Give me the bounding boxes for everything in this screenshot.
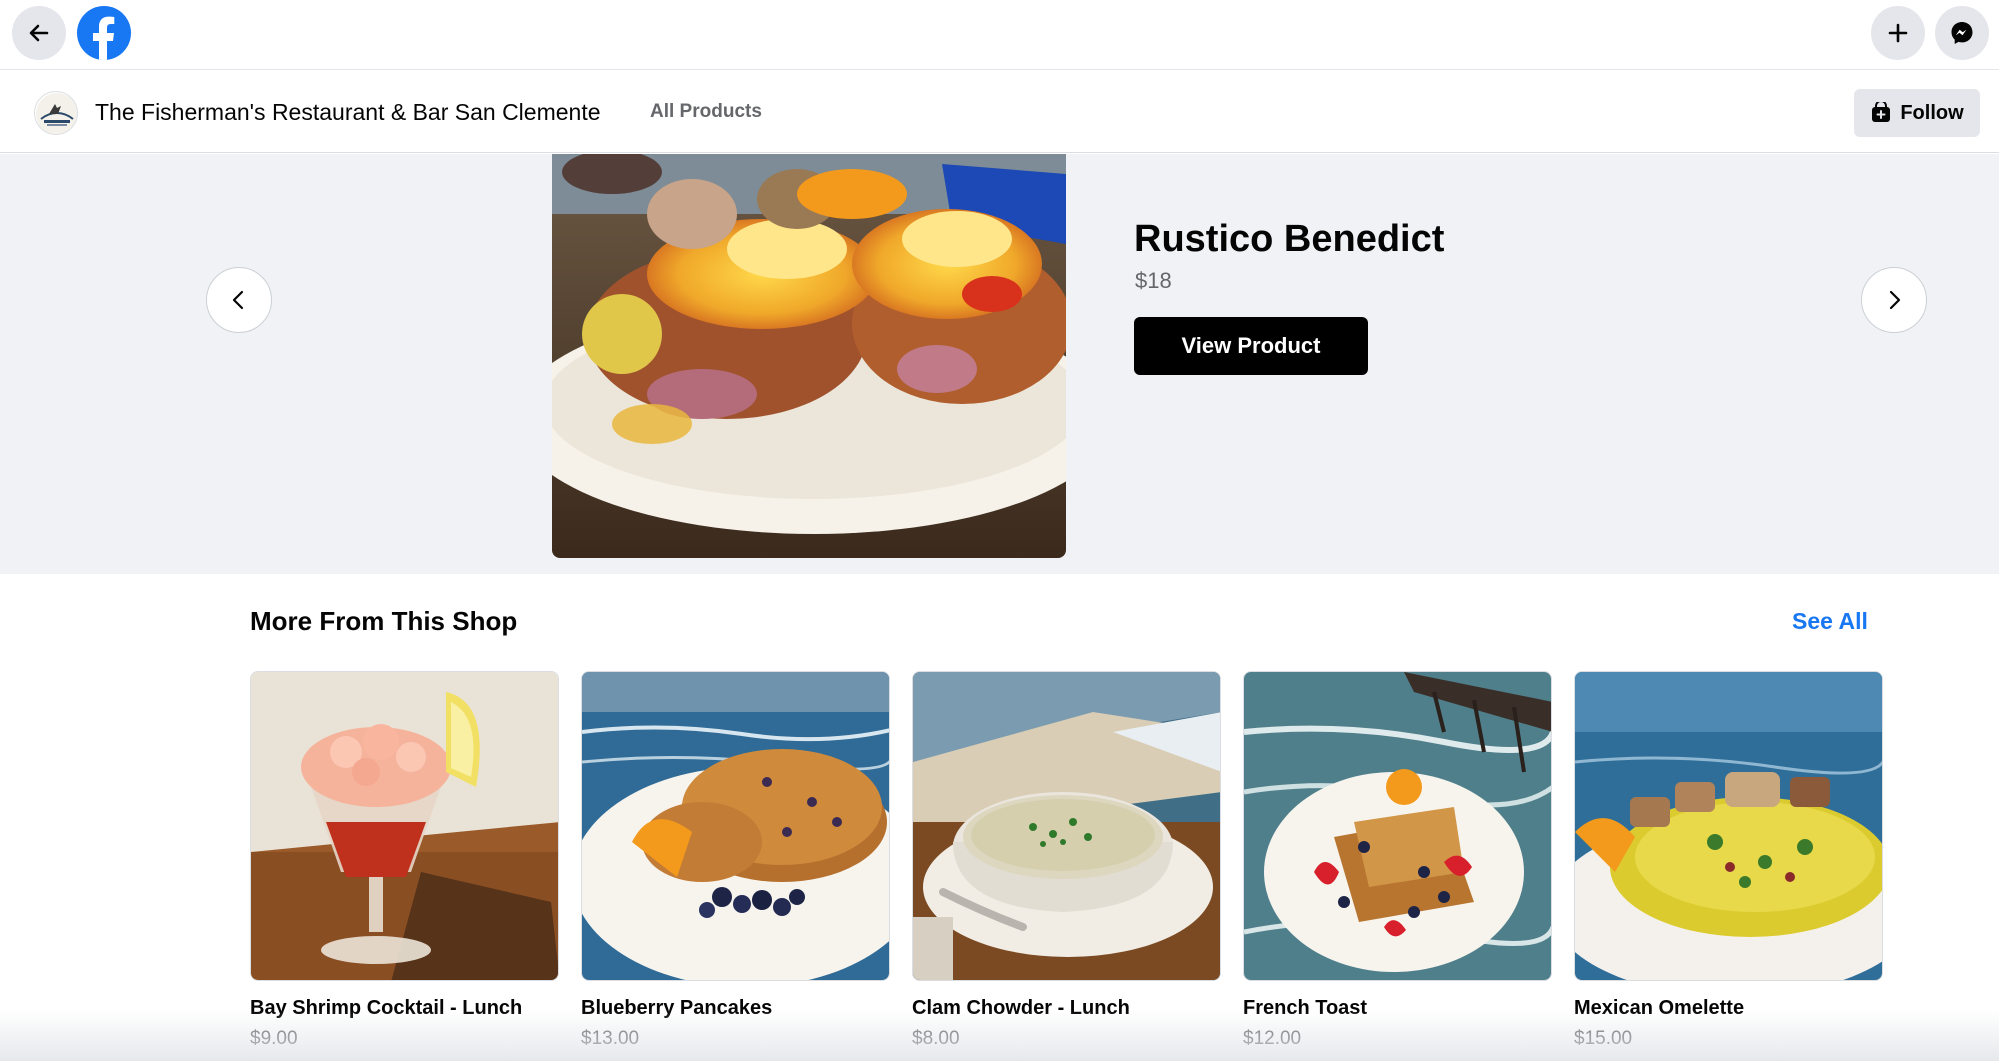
product-card[interactable]: Mexican Omelette $15.00: [1574, 671, 1883, 1050]
see-all-link[interactable]: See All: [1792, 608, 1868, 635]
product-name: Clam Chowder - Lunch: [912, 997, 1130, 1019]
plus-icon: [1888, 23, 1908, 43]
eggs-benedict-photo: [552, 154, 1066, 558]
product-card[interactable]: Clam Chowder - Lunch $8.00: [912, 671, 1221, 1050]
featured-product-title: Rustico Benedict: [1134, 218, 1445, 260]
french-toast-photo: [1244, 672, 1551, 980]
back-button[interactable]: [12, 6, 66, 60]
blueberry-pancakes-photo: [582, 672, 889, 980]
mexican-omelette-photo: [1575, 672, 1882, 980]
clam-chowder-photo: [913, 672, 1220, 980]
facebook-f-icon: [93, 16, 115, 60]
product-image[interactable]: [1574, 671, 1883, 981]
product-card[interactable]: French Toast $12.00: [1243, 671, 1552, 1050]
product-image[interactable]: [912, 671, 1221, 981]
view-product-button[interactable]: View Product: [1134, 317, 1368, 375]
follow-button[interactable]: Follow: [1854, 89, 1980, 137]
product-name: Bay Shrimp Cocktail - Lunch: [250, 997, 523, 1019]
product-image[interactable]: [581, 671, 890, 981]
facebook-logo[interactable]: [77, 6, 131, 60]
product-price: $15.00: [1574, 1028, 1633, 1049]
product-name: Blueberry Pancakes: [581, 997, 773, 1019]
messenger-button[interactable]: [1935, 6, 1989, 60]
shop-follow-icon: [1872, 102, 1891, 122]
shop-logo[interactable]: [34, 91, 78, 135]
chevron-left-icon: [232, 290, 244, 310]
product-card[interactable]: Blueberry Pancakes $13.00: [581, 671, 890, 1050]
product-price: $9.00: [250, 1028, 298, 1049]
all-products-link[interactable]: All Products: [650, 101, 762, 123]
product-card[interactable]: Bay Shrimp Cocktail - Lunch $9.00: [250, 671, 559, 1050]
shrimp-cocktail-photo: [251, 672, 558, 980]
product-image[interactable]: [250, 671, 559, 981]
messenger-icon: [1951, 22, 1973, 44]
shop-name[interactable]: The Fisherman's Restaurant & Bar San Cle…: [95, 99, 601, 126]
back-arrow-icon: [29, 24, 49, 42]
shop-logo-image: [36, 93, 77, 134]
more-from-shop-heading: More From This Shop: [250, 606, 518, 636]
product-price: $8.00: [912, 1028, 960, 1049]
featured-product-carousel: Rustico Benedict $18 View Product: [0, 154, 1999, 574]
create-button[interactable]: [1871, 6, 1925, 60]
featured-product-image[interactable]: [552, 154, 1066, 558]
top-navigation-bar: [0, 0, 1999, 70]
product-name: French Toast: [1243, 997, 1368, 1019]
carousel-next-button[interactable]: [1861, 267, 1927, 333]
featured-product-price: $18: [1135, 268, 1172, 293]
product-name: Mexican Omelette: [1574, 997, 1745, 1019]
product-image[interactable]: [1243, 671, 1552, 981]
carousel-previous-button[interactable]: [206, 267, 272, 333]
shop-header: The Fisherman's Restaurant & Bar San Cle…: [0, 71, 1999, 153]
follow-label: Follow: [1900, 101, 1964, 124]
product-price: $12.00: [1243, 1028, 1302, 1049]
chevron-right-icon: [1889, 290, 1901, 310]
product-price: $13.00: [581, 1028, 640, 1049]
